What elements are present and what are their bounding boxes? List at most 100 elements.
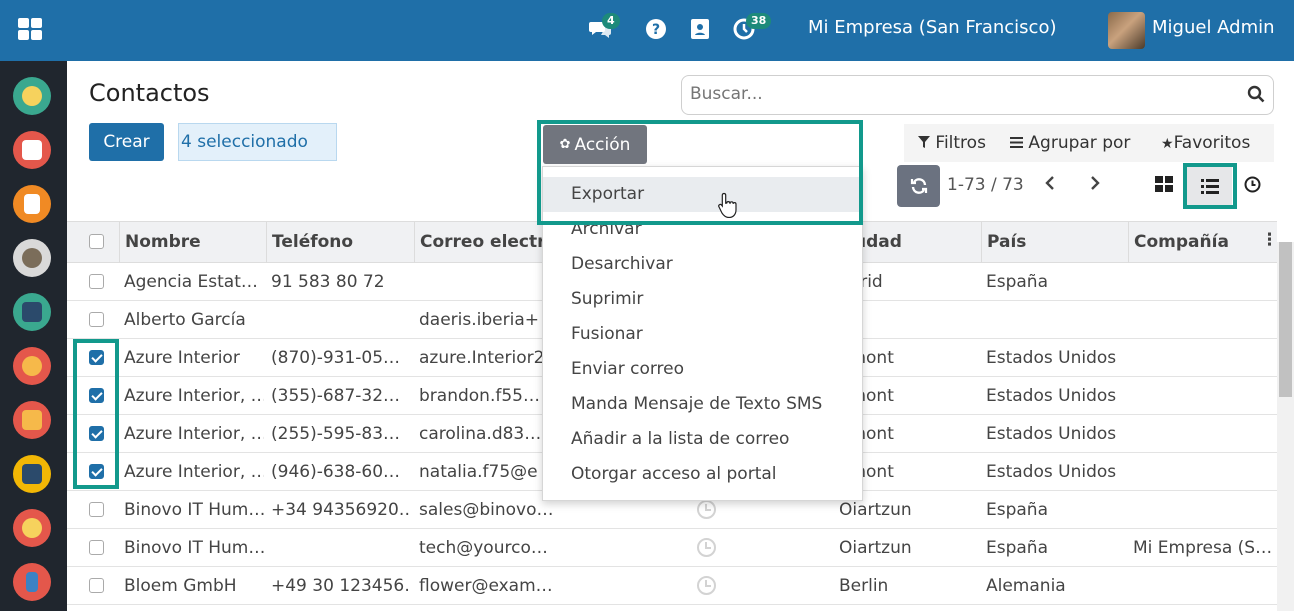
cell-correo: carolina.d83…	[419, 424, 542, 444]
cell-nombre: Azure Interior	[124, 348, 240, 368]
top-navbar: 4 ? 38 Mi Empresa (San Francisco) Miguel…	[0, 0, 1294, 61]
search-box	[681, 75, 1274, 115]
activity-badge: 38	[746, 13, 772, 29]
select-all-checkbox[interactable]	[89, 234, 104, 249]
menu-item-desarchivar[interactable]: Desarchivar	[543, 247, 862, 282]
list-view-highlight	[1183, 163, 1237, 209]
cell-telefono: (946)-638-60…	[271, 462, 401, 482]
activity-view-icon[interactable]	[1244, 176, 1261, 197]
chevron-right-icon[interactable]	[1088, 175, 1102, 196]
menu-item-mailing-list[interactable]: Añadir a la lista de correo	[543, 422, 862, 457]
cell-pais: España	[986, 272, 1048, 292]
table-row[interactable]: Binovo IT Hum… tech@yourco… Oiartzun España…	[67, 529, 1277, 567]
activity-clock-icon[interactable]	[697, 500, 716, 519]
column-header-compania[interactable]: Compañía	[1134, 232, 1229, 252]
filters-button[interactable]: Filtros	[918, 133, 986, 153]
scrollbar-thumb[interactable]	[1279, 242, 1292, 397]
row-checkbox[interactable]	[89, 578, 104, 593]
filter-icon	[918, 136, 930, 148]
expenses-app-icon[interactable]	[13, 509, 51, 547]
company-switcher[interactable]: Mi Empresa (San Francisco)	[808, 17, 1057, 38]
row-checkbox[interactable]	[89, 312, 104, 327]
cell-ciudad: Berlin	[839, 576, 889, 596]
refresh-button[interactable]	[897, 165, 940, 207]
search-options-bar: Filtros Agrupar por ★Favoritos	[904, 124, 1274, 162]
svg-text:?: ?	[652, 22, 660, 38]
employees-app-icon[interactable]	[13, 293, 51, 331]
user-menu[interactable]: Miguel Admin	[1152, 17, 1275, 38]
activity-icon[interactable]: 38	[732, 13, 772, 41]
search-icon[interactable]	[1247, 85, 1265, 107]
cell-nombre: Bloem GmbH	[124, 576, 237, 596]
cell-correo: flower@exam…	[419, 576, 553, 596]
cell-nombre: Binovo IT Hum…	[124, 500, 264, 520]
cell-nombre: Binovo IT Hum…	[124, 538, 264, 558]
cell-pais: España	[986, 500, 1048, 520]
cell-telefono: +49 30 123456…	[271, 576, 411, 596]
menu-item-suprimir[interactable]: Suprimir	[543, 282, 862, 317]
row-checkbox[interactable]	[89, 502, 104, 517]
column-header-pais[interactable]: País	[987, 232, 1026, 252]
cell-pais: Estados Unidos	[986, 424, 1117, 444]
sales-app-icon[interactable]	[13, 401, 51, 439]
column-header-telefono[interactable]: Teléfono	[272, 232, 353, 252]
table-row[interactable]: Bloem GmbH +49 30 123456… flower@exam… Berl…	[67, 567, 1277, 605]
cell-pais: Estados Unidos	[986, 386, 1117, 406]
menu-item-fusionar[interactable]: Fusionar	[543, 317, 862, 352]
bars-icon	[1010, 137, 1023, 148]
column-header-nombre[interactable]: Nombre	[125, 232, 201, 252]
selection-counter: 4 seleccionado	[178, 123, 337, 161]
cell-correo: daeris.iberia+	[419, 310, 539, 330]
cell-telefono: (255)-595-83…	[271, 424, 401, 444]
menu-item-portal-access[interactable]: Otorgar acceso al portal	[543, 457, 862, 492]
cell-telefono: +34 94356920…	[271, 500, 411, 520]
contacts-book-icon[interactable]	[688, 17, 712, 41]
chevron-left-icon[interactable]	[1043, 175, 1057, 196]
scrollbar[interactable]	[1277, 242, 1294, 611]
kanban-view-icon[interactable]	[1155, 176, 1173, 196]
row-checkbox[interactable]	[89, 540, 104, 555]
discuss-app-icon[interactable]	[13, 77, 51, 115]
cell-ciudad: Oiartzun	[839, 538, 912, 558]
cell-pais: Alemania	[986, 576, 1066, 596]
crm-app-icon[interactable]	[13, 347, 51, 385]
chat-badge: 4	[602, 13, 620, 29]
cell-correo: brandon.f55…	[419, 386, 540, 406]
cell-pais: Estados Unidos	[986, 348, 1117, 368]
hand-cursor-icon	[717, 192, 737, 222]
apps-menu-icon[interactable]	[18, 18, 42, 40]
calendar-app-icon[interactable]	[13, 131, 51, 169]
menu-item-enviar-correo[interactable]: Enviar correo	[543, 352, 862, 387]
menu-item-sms[interactable]: Manda Mensaje de Texto SMS	[543, 387, 862, 422]
pager-value[interactable]: 1-73 / 73	[947, 175, 1024, 195]
cell-nombre: Agencia Estat…	[124, 272, 258, 292]
group-by-button[interactable]: Agrupar por	[1010, 133, 1130, 153]
cell-nombre: Azure Interior, …	[124, 424, 264, 444]
action-highlight	[537, 120, 863, 225]
optional-columns-icon[interactable]: ⋮	[1261, 230, 1278, 250]
activity-clock-icon[interactable]	[697, 576, 716, 595]
pos-app-icon[interactable]	[13, 563, 51, 601]
cell-nombre: Azure Interior, …	[124, 386, 264, 406]
cell-pais: Estados Unidos	[986, 462, 1117, 482]
checkbox-highlight	[73, 339, 119, 489]
help-icon[interactable]: ?	[644, 17, 668, 41]
favorites-button[interactable]: ★Favoritos	[1161, 133, 1250, 153]
cell-correo: natalia.f75@e	[419, 462, 538, 482]
page-title: Contactos	[89, 79, 210, 107]
star-icon: ★	[1161, 136, 1174, 152]
app-sidebar	[0, 61, 67, 611]
search-input[interactable]	[690, 76, 1210, 112]
chat-icon[interactable]: 4	[588, 13, 620, 41]
cell-nombre: Alberto García	[124, 310, 246, 330]
avatar[interactable]	[1108, 12, 1145, 49]
row-checkbox[interactable]	[89, 274, 104, 289]
column-header-correo[interactable]: Correo electr.	[420, 232, 550, 252]
dashboard-app-icon[interactable]	[13, 455, 51, 493]
notes-app-icon[interactable]	[13, 185, 51, 223]
cell-correo: tech@yourco…	[419, 538, 548, 558]
create-button[interactable]: Crear	[89, 123, 164, 161]
cell-telefono: (870)-931-05…	[271, 348, 401, 368]
contacts-app-icon[interactable]	[13, 239, 51, 277]
activity-clock-icon[interactable]	[697, 538, 716, 557]
